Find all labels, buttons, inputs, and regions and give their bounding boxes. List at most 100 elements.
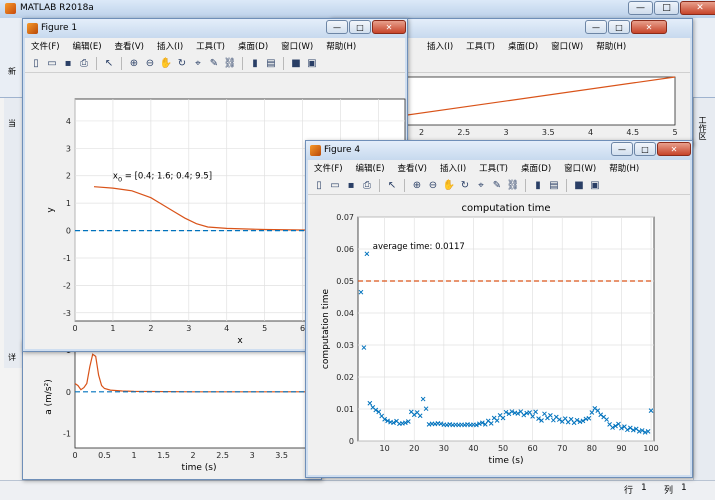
toolbar-separator — [96, 56, 97, 70]
menu-edit[interactable]: 编辑(E) — [356, 162, 385, 174]
menu-window[interactable]: 窗口(W) — [564, 162, 596, 174]
zoom-out-icon[interactable]: ⊖ — [143, 56, 157, 70]
menu-desktop[interactable]: 桌面(D) — [508, 40, 538, 52]
maximize-icon[interactable]: □ — [654, 1, 679, 15]
maximize-icon[interactable]: □ — [608, 20, 630, 34]
toolbar-separator — [121, 56, 122, 70]
x-tick-label: 20 — [409, 444, 419, 453]
y-tick-label: 0.03 — [336, 341, 354, 350]
open-icon[interactable]: ▭ — [328, 178, 342, 192]
x-tick-label: 2 — [148, 324, 153, 333]
figure-4-controls: — □ ✕ — [611, 142, 691, 156]
brush-icon[interactable]: ✎ — [207, 56, 221, 70]
y-tick-label: -2 — [63, 281, 71, 290]
close-icon[interactable]: ✕ — [657, 142, 691, 156]
close-icon[interactable]: ✕ — [680, 1, 715, 15]
x-tick-label: 5 — [262, 324, 267, 333]
minimize-icon[interactable]: — — [585, 20, 607, 34]
y-tick-label: 0.01 — [336, 405, 354, 414]
menu-window[interactable]: 窗口(W) — [281, 40, 313, 52]
minimize-icon[interactable]: — — [326, 20, 348, 34]
chart-title: computation time — [461, 203, 550, 214]
rotate-icon[interactable]: ↻ — [458, 178, 472, 192]
menu-view[interactable]: 查看(V) — [115, 40, 144, 52]
y-tick-label: -1 — [63, 254, 71, 263]
print-icon[interactable]: ⎙ — [360, 178, 374, 192]
datatip-icon[interactable]: ⌖ — [474, 178, 488, 192]
x-tick-label: 0 — [72, 324, 77, 333]
zoom-out-icon[interactable]: ⊖ — [426, 178, 440, 192]
link-icon[interactable]: ⛓ — [223, 56, 237, 70]
x-tick-label: 1 — [132, 451, 137, 460]
menu-desktop[interactable]: 桌面(D) — [238, 40, 268, 52]
x-tick-label: 10 — [380, 444, 390, 453]
colorbar-icon[interactable]: ▮ — [531, 178, 545, 192]
minimize-icon[interactable]: — — [611, 142, 633, 156]
legend-icon[interactable]: ▤ — [547, 178, 561, 192]
hide-tools-icon[interactable]: ■ — [572, 178, 586, 192]
brush-icon[interactable]: ✎ — [490, 178, 504, 192]
close-icon[interactable]: ✕ — [631, 20, 667, 34]
minimize-icon[interactable]: — — [628, 1, 653, 15]
save-icon[interactable]: ▪ — [61, 56, 75, 70]
figure-bottom-window[interactable]: 00.511.522.533.5-101time (s)a (m/s²) — [22, 340, 324, 480]
menu-help[interactable]: 帮助(H) — [326, 40, 356, 52]
menu-view[interactable]: 查看(V) — [398, 162, 427, 174]
matlab-logo-icon — [5, 3, 16, 14]
pointer-icon[interactable]: ↖ — [385, 178, 399, 192]
rotate-icon[interactable]: ↻ — [175, 56, 189, 70]
matlab-titlebar[interactable] — [0, 0, 715, 18]
status-row-value: 1 — [641, 483, 647, 493]
menu-help[interactable]: 帮助(H) — [596, 40, 626, 52]
menu-insert[interactable]: 插入(I) — [157, 40, 183, 52]
close-icon[interactable]: ✕ — [372, 20, 406, 34]
matlab-window-controls: — □ ✕ — [628, 1, 715, 16]
x-tick-label: 3 — [186, 324, 191, 333]
x-tick-label: 2 — [419, 128, 424, 137]
figure-icon — [310, 145, 321, 156]
maximize-icon[interactable]: □ — [349, 20, 371, 34]
pan-icon[interactable]: ✋ — [159, 56, 173, 70]
y-tick-label: 0.07 — [336, 213, 354, 222]
menu-file[interactable]: 文件(F) — [314, 162, 343, 174]
datatip-icon[interactable]: ⌖ — [191, 56, 205, 70]
menu-edit[interactable]: 编辑(E) — [73, 40, 102, 52]
zoom-in-icon[interactable]: ⊕ — [410, 178, 424, 192]
save-icon[interactable]: ▪ — [344, 178, 358, 192]
open-icon[interactable]: ▭ — [45, 56, 59, 70]
menu-insert[interactable]: 插入(I) — [427, 40, 453, 52]
dock-icon[interactable]: ▣ — [305, 56, 319, 70]
figure-4-window[interactable]: Figure 4 — □ ✕ 文件(F) 编辑(E) 查看(V) 插入(I) 工… — [305, 140, 693, 478]
menu-tools[interactable]: 工具(T) — [466, 40, 495, 52]
y-axis-label: a (m/s²) — [44, 379, 54, 415]
pointer-icon[interactable]: ↖ — [102, 56, 116, 70]
menu-tools[interactable]: 工具(T) — [479, 162, 508, 174]
figure-bottom-canvas: 00.511.522.533.5-101time (s)a (m/s²) — [23, 340, 324, 479]
colorbar-icon[interactable]: ▮ — [248, 56, 262, 70]
x-tick-label: 30 — [439, 444, 449, 453]
gutter-label-details: 详 — [8, 353, 16, 362]
menu-help[interactable]: 帮助(H) — [609, 162, 639, 174]
new-icon[interactable]: ▯ — [29, 56, 43, 70]
x-axis-label: x — [237, 336, 243, 346]
new-icon[interactable]: ▯ — [312, 178, 326, 192]
legend-icon[interactable]: ▤ — [264, 56, 278, 70]
workspace-side-panel[interactable] — [693, 98, 715, 480]
maximize-icon[interactable]: □ — [634, 142, 656, 156]
y-tick-label: 0.05 — [336, 277, 354, 286]
menu-desktop[interactable]: 桌面(D) — [521, 162, 551, 174]
figure-4-toolbar: ▯ ▭ ▪ ⎙ ↖ ⊕ ⊖ ✋ ↻ ⌖ ✎ ⛓ ▮ ▤ ■ ▣ — [308, 176, 690, 195]
link-icon[interactable]: ⛓ — [506, 178, 520, 192]
pan-icon[interactable]: ✋ — [442, 178, 456, 192]
dock-icon[interactable]: ▣ — [588, 178, 602, 192]
menu-tools[interactable]: 工具(T) — [196, 40, 225, 52]
zoom-in-icon[interactable]: ⊕ — [127, 56, 141, 70]
menu-insert[interactable]: 插入(I) — [440, 162, 466, 174]
x-tick-label: 70 — [557, 444, 567, 453]
x-axis-label: time (s) — [489, 456, 524, 466]
hide-tools-icon[interactable]: ■ — [289, 56, 303, 70]
menu-file[interactable]: 文件(F) — [31, 40, 60, 52]
x-tick-label: 0.5 — [98, 451, 111, 460]
menu-window[interactable]: 窗口(W) — [551, 40, 583, 52]
print-icon[interactable]: ⎙ — [77, 56, 91, 70]
